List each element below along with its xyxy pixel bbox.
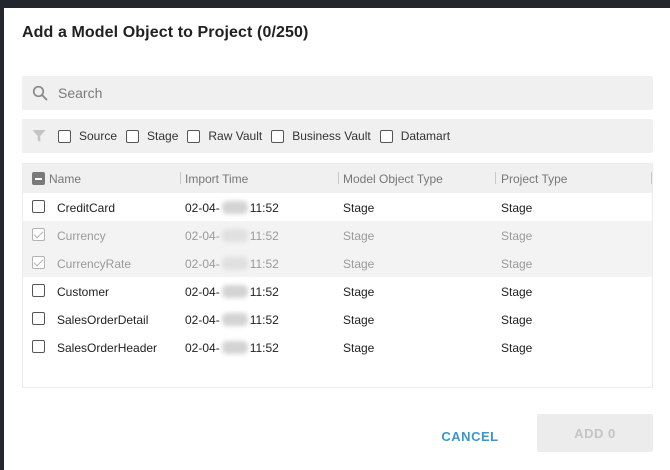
backdrop xyxy=(0,0,670,8)
redacted-year xyxy=(221,257,248,270)
filter-checkbox[interactable] xyxy=(379,129,393,143)
filter-option-datamart[interactable]: Datamart xyxy=(379,129,451,143)
table-row[interactable]: SalesOrderDetail 02-04- 11:52 Stage Stage xyxy=(23,305,652,333)
filter-checkbox[interactable] xyxy=(58,129,71,143)
select-all-checkbox[interactable] xyxy=(32,172,45,185)
column-header-project-type[interactable]: Project Type xyxy=(501,172,567,186)
cancel-button[interactable]: CANCEL xyxy=(424,418,516,454)
redacted-year xyxy=(221,341,248,354)
row-model-object-type: Stage xyxy=(343,285,375,299)
redacted-year xyxy=(221,285,248,298)
row-checkbox[interactable] xyxy=(32,200,45,213)
import-clock-time: 11:52 xyxy=(249,313,279,327)
column-divider[interactable] xyxy=(651,172,652,184)
row-checkbox xyxy=(32,256,45,269)
filter-label: Source xyxy=(79,129,118,143)
import-clock-time: 11:52 xyxy=(249,229,279,243)
filter-option-source[interactable]: Source xyxy=(58,129,117,143)
import-date: 02-04- xyxy=(185,229,220,243)
row-project-type: Stage xyxy=(501,313,533,327)
redacted-year xyxy=(221,229,248,242)
table-row[interactable]: CreditCard 02-04- 11:52 Stage Stage xyxy=(23,193,652,221)
filter-option-raw-vault[interactable]: Raw Vault xyxy=(187,129,262,143)
filter-checkbox[interactable] xyxy=(187,129,201,143)
row-name: SalesOrderDetail xyxy=(57,313,149,327)
import-clock-time: 11:52 xyxy=(249,285,279,299)
row-project-type: Stage xyxy=(501,257,533,271)
table-row[interactable]: SalesOrderHeader 02-04- 11:52 Stage Stage xyxy=(23,333,652,361)
row-model-object-type: Stage xyxy=(343,201,375,215)
row-name: Customer xyxy=(57,285,110,299)
column-divider[interactable] xyxy=(495,172,496,184)
column-divider[interactable] xyxy=(180,172,181,184)
filter-option-business-vault[interactable]: Business Vault xyxy=(271,129,371,143)
table-body: CreditCard 02-04- 11:52 Stage Stage Currency 0… xyxy=(23,193,652,361)
row-checkbox[interactable] xyxy=(32,312,45,325)
row-project-type: Stage xyxy=(501,341,533,355)
redacted-year xyxy=(221,201,248,214)
table-row[interactable]: Customer 02-04- 11:52 Stage Stage xyxy=(23,277,652,305)
row-name: CreditCard xyxy=(57,201,116,215)
filter-label: Business Vault xyxy=(292,129,371,143)
row-model-object-type: Stage xyxy=(343,257,375,271)
filter-label: Stage xyxy=(147,129,179,143)
row-import-time: 02-04- 11:52 xyxy=(185,285,279,299)
row-checkbox xyxy=(32,228,45,241)
row-name: SalesOrderHeader xyxy=(57,341,158,355)
filter-checkbox[interactable] xyxy=(271,129,285,143)
dialog-title: Add a Model Object to Project (0/250) xyxy=(22,24,309,41)
import-date: 02-04- xyxy=(185,313,220,327)
filter-bar: Source Stage Raw Vault Business Vault Datama… xyxy=(22,119,653,153)
filter-icon xyxy=(32,130,46,142)
row-model-object-type: Stage xyxy=(343,313,375,327)
row-import-time: 02-04- 11:52 xyxy=(185,313,279,327)
add-model-object-dialog: Add a Model Object to Project (0/250) So… xyxy=(4,8,670,470)
table-row: Currency 02-04- 11:52 Stage Stage xyxy=(23,221,652,249)
filter-checkbox[interactable] xyxy=(126,129,140,143)
row-import-time: 02-04- 11:52 xyxy=(185,341,279,355)
import-clock-time: 11:52 xyxy=(249,257,279,271)
import-date: 02-04- xyxy=(185,257,220,271)
row-checkbox[interactable] xyxy=(32,340,45,353)
import-date: 02-04- xyxy=(185,201,220,215)
import-date: 02-04- xyxy=(185,285,220,299)
search-input[interactable] xyxy=(58,76,638,110)
search-icon xyxy=(32,85,48,101)
filter-option-stage[interactable]: Stage xyxy=(126,129,178,143)
row-project-type: Stage xyxy=(501,201,533,215)
import-date: 02-04- xyxy=(185,341,220,355)
add-button[interactable]: ADD 0 xyxy=(537,414,653,452)
row-import-time: 02-04- 11:52 xyxy=(185,229,279,243)
column-header-name[interactable]: Name xyxy=(49,172,81,186)
row-checkbox[interactable] xyxy=(32,284,45,297)
row-project-type: Stage xyxy=(501,285,533,299)
row-import-time: 02-04- 11:52 xyxy=(185,257,279,271)
row-name: Currency xyxy=(57,229,106,243)
column-header-import-time[interactable]: Import Time xyxy=(185,172,248,186)
row-model-object-type: Stage xyxy=(343,341,375,355)
import-clock-time: 11:52 xyxy=(249,341,279,355)
import-clock-time: 11:52 xyxy=(249,201,279,215)
row-model-object-type: Stage xyxy=(343,229,375,243)
model-objects-table: Name Import Time Model Object Type Proje… xyxy=(22,163,653,388)
column-header-model-object-type[interactable]: Model Object Type xyxy=(343,172,443,186)
table-header: Name Import Time Model Object Type Proje… xyxy=(23,164,652,193)
redacted-year xyxy=(221,313,248,326)
row-project-type: Stage xyxy=(501,229,533,243)
row-import-time: 02-04- 11:52 xyxy=(185,201,279,215)
row-name: CurrencyRate xyxy=(57,257,132,271)
table-row: CurrencyRate 02-04- 11:52 Stage Stage xyxy=(23,249,652,277)
filter-label: Raw Vault xyxy=(208,129,263,143)
column-divider[interactable] xyxy=(338,172,339,184)
search-bar xyxy=(22,76,653,110)
filter-label: Datamart xyxy=(400,129,451,143)
